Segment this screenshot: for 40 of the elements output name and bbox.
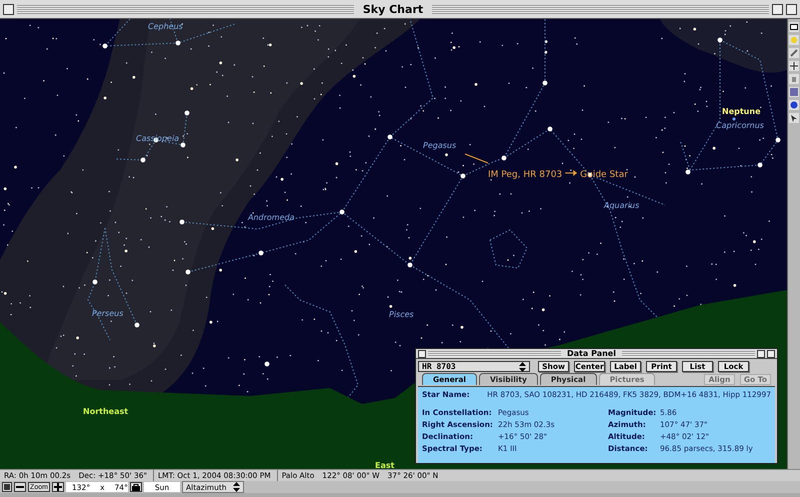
close-box[interactable]	[3, 4, 14, 14]
arrow-icon	[564, 170, 578, 176]
sky-chart[interactable]	[0, 19, 787, 469]
panel-title: Data Panel	[566, 349, 617, 358]
star-label: IM Peg, HR 8703	[488, 170, 562, 180]
zoom-in-button[interactable]	[52, 482, 64, 492]
cursor-icon[interactable]	[789, 113, 799, 123]
object-dropdown[interactable]: HR 8703	[418, 361, 530, 372]
plus-icon	[54, 483, 62, 491]
minus-icon	[16, 483, 24, 491]
square-icon	[4, 484, 10, 490]
updown-arrows-icon	[519, 362, 526, 372]
collapse-box[interactable]	[786, 4, 797, 14]
constellation-label: Perseus	[92, 309, 124, 318]
window-title: Sky Chart	[362, 2, 424, 16]
close-box[interactable]	[418, 350, 426, 358]
updown-arrows-icon	[232, 482, 240, 492]
constellation-label: Cepheus	[148, 22, 183, 31]
zoom-box[interactable]	[757, 350, 765, 358]
planet-label: Neptune	[722, 107, 760, 116]
panel-toggle-button[interactable]	[2, 482, 12, 492]
constellation-label: Pisces	[389, 310, 414, 319]
lock-button[interactable]	[130, 482, 142, 492]
globe-icon[interactable]	[789, 100, 799, 110]
constellation-label: Aquarius	[604, 201, 640, 210]
collapse-box[interactable]	[767, 350, 775, 358]
direction-label: Northeast	[83, 407, 128, 416]
constellation-label: Pegasus	[423, 141, 456, 150]
direction-label: East	[375, 461, 394, 469]
window-icon[interactable]	[789, 22, 799, 32]
zoom-out-button[interactable]	[14, 482, 26, 492]
constellation-label: Andromeda	[248, 213, 294, 222]
crosshair-icon[interactable]	[789, 61, 799, 71]
lock-icon	[132, 483, 140, 491]
planet-icon	[732, 118, 736, 120]
constellation-label: Capricornus	[716, 121, 764, 130]
zoom-box[interactable]	[772, 4, 783, 14]
square-icon[interactable]	[789, 87, 799, 97]
leader-line	[464, 154, 488, 164]
constellation-label: Cassiopeia	[136, 134, 180, 143]
